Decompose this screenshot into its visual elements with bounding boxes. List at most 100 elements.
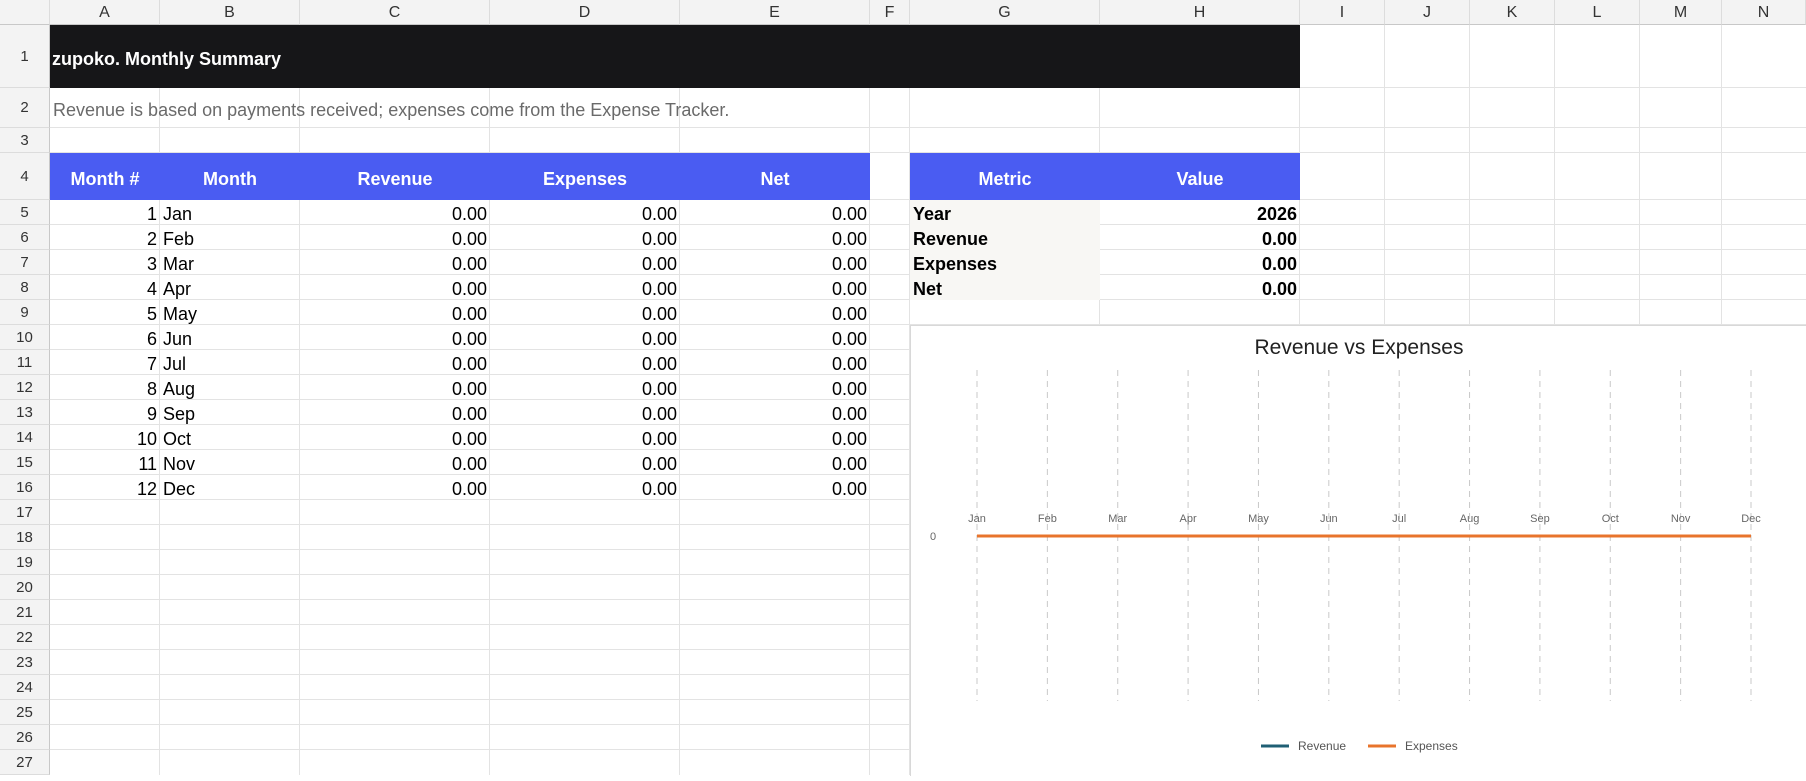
column-header-a[interactable]: A (50, 0, 160, 25)
expenses-cell[interactable]: 0.00 (490, 204, 677, 225)
column-header-g[interactable]: G (910, 0, 1100, 25)
revenue-cell[interactable]: 0.00 (300, 379, 487, 400)
net-cell[interactable]: 0.00 (680, 404, 867, 425)
metric-label-revenue[interactable]: Revenue (913, 229, 988, 250)
row-header-8[interactable]: 8 (0, 275, 50, 300)
revenue-cell[interactable]: 0.00 (300, 304, 487, 325)
row-header-7[interactable]: 7 (0, 250, 50, 275)
row-header-15[interactable]: 15 (0, 450, 50, 475)
row-header-19[interactable]: 19 (0, 550, 50, 575)
net-cell[interactable]: 0.00 (680, 229, 867, 250)
monthly-header-expenses[interactable]: Expenses (490, 169, 680, 190)
month-name-cell[interactable]: Dec (163, 479, 195, 500)
revenue-cell[interactable]: 0.00 (300, 254, 487, 275)
expenses-cell[interactable]: 0.00 (490, 429, 677, 450)
month-name-cell[interactable]: Apr (163, 279, 191, 300)
month-number-cell[interactable]: 6 (50, 329, 157, 350)
month-number-cell[interactable]: 11 (50, 454, 157, 475)
row-header-4[interactable]: 4 (0, 153, 50, 200)
metric-value-expenses[interactable]: 0.00 (1100, 254, 1297, 275)
metric-value-revenue[interactable]: 0.00 (1100, 229, 1297, 250)
revenue-cell[interactable]: 0.00 (300, 354, 487, 375)
metric-label-net[interactable]: Net (913, 279, 942, 300)
row-header-16[interactable]: 16 (0, 475, 50, 500)
net-cell[interactable]: 0.00 (680, 304, 867, 325)
revenue-cell[interactable]: 0.00 (300, 454, 487, 475)
column-header-m[interactable]: M (1640, 0, 1722, 25)
select-all-corner[interactable] (0, 0, 50, 25)
row-header-26[interactable]: 26 (0, 725, 50, 750)
column-header-b[interactable]: B (160, 0, 300, 25)
column-header-j[interactable]: J (1385, 0, 1470, 25)
revenue-cell[interactable]: 0.00 (300, 479, 487, 500)
expenses-cell[interactable]: 0.00 (490, 454, 677, 475)
row-header-3[interactable]: 3 (0, 128, 50, 153)
month-name-cell[interactable]: May (163, 304, 197, 325)
row-header-5[interactable]: 5 (0, 200, 50, 225)
row-header-13[interactable]: 13 (0, 400, 50, 425)
metrics-header-metric[interactable]: Metric (910, 169, 1100, 190)
row-header-25[interactable]: 25 (0, 700, 50, 725)
expenses-cell[interactable]: 0.00 (490, 229, 677, 250)
month-number-cell[interactable]: 5 (50, 304, 157, 325)
row-header-14[interactable]: 14 (0, 425, 50, 450)
revenue-cell[interactable]: 0.00 (300, 204, 487, 225)
revenue-cell[interactable]: 0.00 (300, 429, 487, 450)
expenses-cell[interactable]: 0.00 (490, 254, 677, 275)
month-number-cell[interactable]: 1 (50, 204, 157, 225)
month-name-cell[interactable]: Nov (163, 454, 195, 475)
revenue-cell[interactable]: 0.00 (300, 329, 487, 350)
metric-label-expenses[interactable]: Expenses (913, 254, 997, 275)
column-header-k[interactable]: K (1470, 0, 1555, 25)
month-name-cell[interactable]: Sep (163, 404, 195, 425)
net-cell[interactable]: 0.00 (680, 279, 867, 300)
month-number-cell[interactable]: 7 (50, 354, 157, 375)
month-name-cell[interactable]: Mar (163, 254, 194, 275)
expenses-cell[interactable]: 0.00 (490, 279, 677, 300)
net-cell[interactable]: 0.00 (680, 254, 867, 275)
expenses-cell[interactable]: 0.00 (490, 329, 677, 350)
column-header-i[interactable]: I (1300, 0, 1385, 25)
row-header-24[interactable]: 24 (0, 675, 50, 700)
metric-label-year[interactable]: Year (913, 204, 951, 225)
expenses-cell[interactable]: 0.00 (490, 479, 677, 500)
revenue-cell[interactable]: 0.00 (300, 229, 487, 250)
row-header-11[interactable]: 11 (0, 350, 50, 375)
net-cell[interactable]: 0.00 (680, 354, 867, 375)
month-number-cell[interactable]: 2 (50, 229, 157, 250)
row-header-20[interactable]: 20 (0, 575, 50, 600)
expenses-cell[interactable]: 0.00 (490, 354, 677, 375)
metric-value-net[interactable]: 0.00 (1100, 279, 1297, 300)
month-number-cell[interactable]: 9 (50, 404, 157, 425)
metric-value-year[interactable]: 2026 (1100, 204, 1297, 225)
monthly-header-net[interactable]: Net (680, 169, 870, 190)
month-name-cell[interactable]: Jun (163, 329, 192, 350)
net-cell[interactable]: 0.00 (680, 429, 867, 450)
month-name-cell[interactable]: Feb (163, 229, 194, 250)
month-name-cell[interactable]: Aug (163, 379, 195, 400)
row-header-1[interactable]: 1 (0, 25, 50, 88)
row-header-21[interactable]: 21 (0, 600, 50, 625)
month-name-cell[interactable]: Jan (163, 204, 192, 225)
net-cell[interactable]: 0.00 (680, 479, 867, 500)
row-header-6[interactable]: 6 (0, 225, 50, 250)
row-header-10[interactable]: 10 (0, 325, 50, 350)
expenses-cell[interactable]: 0.00 (490, 304, 677, 325)
column-header-f[interactable]: F (870, 0, 910, 25)
month-number-cell[interactable]: 8 (50, 379, 157, 400)
month-name-cell[interactable]: Oct (163, 429, 191, 450)
month-number-cell[interactable]: 3 (50, 254, 157, 275)
revenue-cell[interactable]: 0.00 (300, 404, 487, 425)
row-header-23[interactable]: 23 (0, 650, 50, 675)
column-header-e[interactable]: E (680, 0, 870, 25)
row-header-12[interactable]: 12 (0, 375, 50, 400)
month-name-cell[interactable]: Jul (163, 354, 186, 375)
column-header-c[interactable]: C (300, 0, 490, 25)
column-header-d[interactable]: D (490, 0, 680, 25)
month-number-cell[interactable]: 10 (50, 429, 157, 450)
row-header-18[interactable]: 18 (0, 525, 50, 550)
net-cell[interactable]: 0.00 (680, 379, 867, 400)
row-header-27[interactable]: 27 (0, 750, 50, 775)
row-header-17[interactable]: 17 (0, 500, 50, 525)
row-header-9[interactable]: 9 (0, 300, 50, 325)
